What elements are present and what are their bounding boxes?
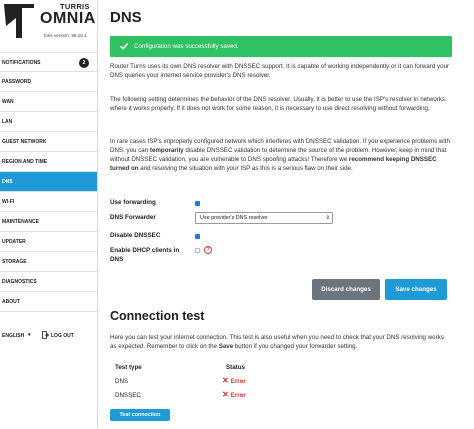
page-title: DNS [110, 9, 142, 26]
logo[interactable]: TURRIS OMNIA foris version: 98.19.1 [0, 0, 97, 52]
status-badge: ✕ Error [222, 376, 246, 385]
dhcp-label: Enable DHCP clients in DNS [110, 247, 180, 263]
sidebar-item-label: UPDATER [2, 239, 26, 245]
sidebar-item-about[interactable]: ABOUT [0, 292, 97, 312]
alert-text: Configuration was successfully saved. [134, 43, 239, 50]
dnssec-checkbox[interactable] [195, 234, 200, 239]
sidebar: TURRIS OMNIA foris version: 98.19.1 NOTI… [0, 0, 98, 429]
sidebar-item-dns[interactable]: DNS [0, 172, 97, 192]
sidebar-nav: NOTIFICATIONS 2 PASSWORD WAN LAN GUEST N… [0, 52, 97, 312]
intro-paragraph: Router Turris uses its own DNS resolver … [110, 63, 450, 79]
table-row-name: DNS [115, 378, 129, 385]
table-row-name: DNSSEC [115, 392, 141, 399]
sidebar-footer: ENGLISH ▾ LOG OUT [0, 330, 98, 342]
save-changes-button[interactable]: Save changes [385, 279, 447, 300]
language-select[interactable]: ENGLISH [2, 333, 24, 339]
sidebar-item-label: STORAGE [2, 259, 27, 265]
forwarder-select[interactable]: Use provider's DNS resolver ⇕ [195, 212, 333, 224]
sidebar-item-label: DIAGNOSTICS [2, 279, 37, 285]
dnssec-paragraph: In rare cases ISP's improperly configure… [110, 138, 450, 172]
forwarder-label: DNS Forwarder [110, 214, 156, 221]
sidebar-item-storage[interactable]: STORAGE [0, 252, 97, 272]
connection-test-paragraph: Here you can test your internet connecti… [110, 334, 444, 350]
sidebar-item-lan[interactable]: LAN [0, 112, 97, 132]
behavior-paragraph: The following setting determines the beh… [110, 96, 446, 112]
sidebar-item-label: NOTIFICATIONS [2, 60, 41, 66]
sidebar-item-wifi[interactable]: WI-FI [0, 192, 97, 212]
notification-count-badge: 2 [79, 58, 89, 68]
dnssec-label: Disable DNSSEC [110, 232, 161, 239]
sidebar-item-wan[interactable]: WAN [0, 92, 97, 112]
test-connection-button[interactable]: Test connection [110, 409, 170, 421]
sidebar-item-label: REGION AND TIME [2, 159, 48, 165]
logout-icon[interactable] [42, 331, 49, 339]
sidebar-item-region-and-time[interactable]: REGION AND TIME [0, 152, 97, 172]
sidebar-item-label: ABOUT [2, 299, 20, 305]
sidebar-item-label: DNS [2, 179, 13, 185]
sidebar-item-label: WAN [2, 99, 14, 105]
sidebar-item-password[interactable]: PASSWORD [0, 72, 97, 92]
sidebar-item-label: WI-FI [2, 199, 15, 205]
column-header-test-type: Test type [115, 364, 142, 371]
sidebar-item-label: PASSWORD [2, 79, 32, 85]
check-icon [119, 42, 129, 50]
discard-changes-button[interactable]: Discard changes [312, 279, 380, 300]
help-icon[interactable]: ? [204, 246, 212, 254]
sidebar-item-diagnostics[interactable]: DIAGNOSTICS [0, 272, 97, 292]
sidebar-item-notifications[interactable]: NOTIFICATIONS 2 [0, 52, 97, 72]
forwarding-checkbox[interactable] [195, 201, 200, 206]
sidebar-item-label: MAINTENANCE [2, 219, 39, 225]
column-header-status: Status [226, 364, 245, 371]
sidebar-item-guest-network[interactable]: GUEST NETWORK [0, 132, 97, 152]
version-text: foris version: 98.19.1 [44, 33, 87, 38]
brand-main: OMNIA [40, 10, 96, 27]
forwarding-label: Use forwarding [110, 199, 156, 206]
sidebar-item-maintenance[interactable]: MAINTENANCE [0, 212, 97, 232]
connection-test-title: Connection test [110, 309, 205, 323]
chevron-down-icon: ⇕ [325, 215, 330, 221]
turris-logo-icon [4, 4, 34, 38]
success-alert: Configuration was successfully saved. [110, 36, 452, 57]
error-icon: ✕ [222, 390, 229, 399]
sidebar-item-updater[interactable]: UPDATER [0, 232, 97, 252]
error-icon: ✕ [222, 376, 229, 385]
logout-link[interactable]: LOG OUT [51, 333, 74, 339]
sidebar-item-label: LAN [2, 119, 13, 125]
forwarder-value: Use provider's DNS resolver [200, 215, 268, 221]
status-badge: ✕ Error [222, 390, 246, 399]
dhcp-checkbox[interactable] [195, 248, 200, 253]
sidebar-item-label: GUEST NETWORK [2, 139, 47, 145]
chevron-down-icon[interactable]: ▾ [28, 332, 31, 338]
